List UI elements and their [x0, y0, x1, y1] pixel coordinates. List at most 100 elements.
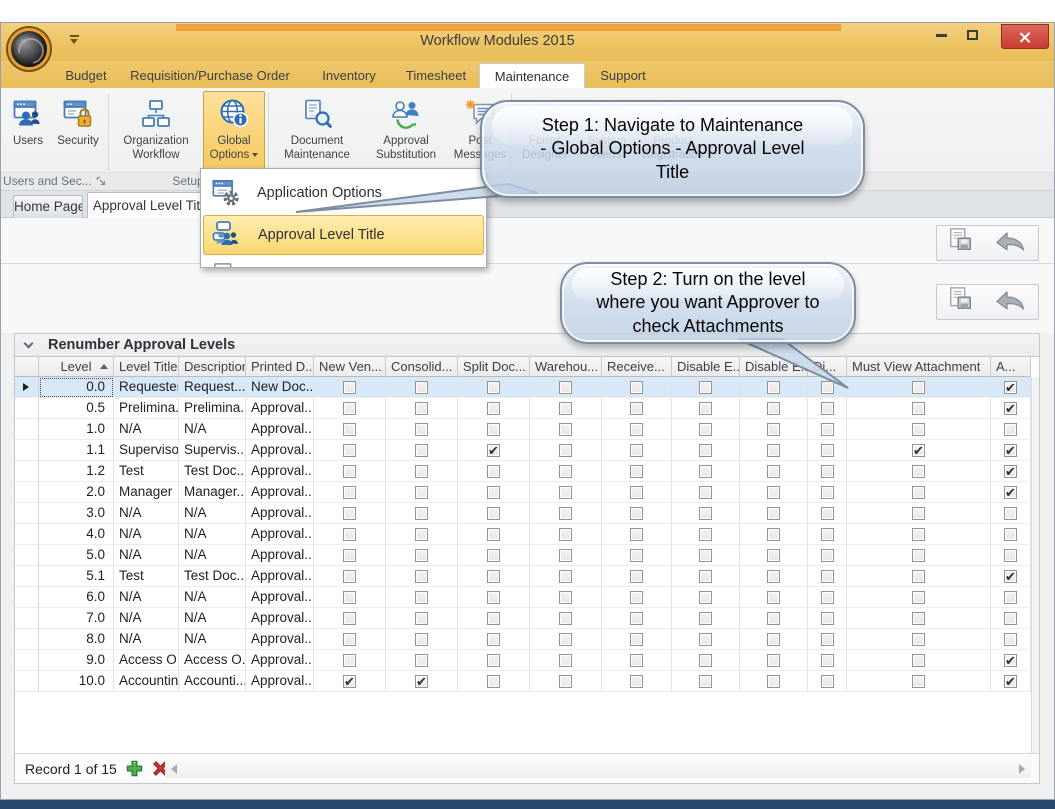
- cell-title[interactable]: N/A: [114, 419, 179, 440]
- checkbox-split-doc[interactable]: [487, 402, 500, 415]
- checkbox-warehou[interactable]: [559, 528, 572, 541]
- cell-level[interactable]: 8.0: [39, 629, 114, 650]
- cell-level[interactable]: 10.0: [39, 671, 114, 692]
- cell-printed[interactable]: Approval...: [246, 629, 314, 650]
- checkbox-receive[interactable]: [630, 381, 643, 394]
- cell-level[interactable]: 0.0: [39, 377, 114, 398]
- cell-printed[interactable]: Approval...: [246, 398, 314, 419]
- checkbox-warehou[interactable]: [559, 402, 572, 415]
- checkbox-disable-e[interactable]: [699, 675, 712, 688]
- cell-printed[interactable]: Approval...: [246, 524, 314, 545]
- cell-description[interactable]: N/A: [179, 629, 246, 650]
- horizontal-scrollbar[interactable]: [165, 760, 1031, 778]
- checkbox-di[interactable]: [821, 654, 834, 667]
- cell-title[interactable]: N/A: [114, 587, 179, 608]
- cell-level[interactable]: 7.0: [39, 608, 114, 629]
- cell-printed[interactable]: Approval...: [246, 503, 314, 524]
- checkbox-a[interactable]: [1004, 465, 1017, 478]
- cell-title[interactable]: N/A: [114, 503, 179, 524]
- checkbox-new-ven[interactable]: [343, 381, 356, 394]
- checkbox-receive[interactable]: [630, 444, 643, 457]
- checkbox-a[interactable]: [1004, 612, 1017, 625]
- table-row[interactable]: 0.0RequesterRequest...New Doc...: [15, 377, 1031, 398]
- checkbox-consolid[interactable]: [415, 507, 428, 520]
- checkbox-di[interactable]: [821, 423, 834, 436]
- cell-description[interactable]: Test Doc...: [179, 461, 246, 482]
- ribbon-tab-maintenance[interactable]: Maintenance: [479, 63, 585, 88]
- checkbox-consolid[interactable]: [415, 528, 428, 541]
- checkbox-warehou[interactable]: [559, 507, 572, 520]
- checkbox-disable-e[interactable]: [767, 591, 780, 604]
- cell-printed[interactable]: Approval...: [246, 587, 314, 608]
- cell-title[interactable]: Manager: [114, 482, 179, 503]
- checkbox-disable-e[interactable]: [699, 612, 712, 625]
- checkbox-consolid[interactable]: [415, 570, 428, 583]
- checkbox-new-ven[interactable]: [343, 654, 356, 667]
- checkbox-a[interactable]: [1004, 402, 1017, 415]
- checkbox-di[interactable]: [821, 465, 834, 478]
- column-header-receive[interactable]: Receive...: [602, 357, 672, 377]
- table-row[interactable]: 0.5Prelimina...Prelimina...Approval...: [15, 398, 1031, 419]
- checkbox-must-view-attachment[interactable]: [912, 528, 925, 541]
- checkbox-disable-e[interactable]: [699, 444, 712, 457]
- cell-description[interactable]: Request...: [179, 377, 246, 398]
- table-row[interactable]: 1.2TestTest Doc...Approval...: [15, 461, 1031, 482]
- cell-title[interactable]: Prelimina...: [114, 398, 179, 419]
- checkbox-consolid[interactable]: [415, 486, 428, 499]
- checkbox-receive[interactable]: [630, 486, 643, 499]
- checkbox-receive[interactable]: [630, 402, 643, 415]
- checkbox-new-ven[interactable]: [343, 402, 356, 415]
- checkbox-a[interactable]: [1004, 444, 1017, 457]
- checkbox-a[interactable]: [1004, 486, 1017, 499]
- checkbox-disable-e[interactable]: [767, 465, 780, 478]
- checkbox-disable-e[interactable]: [767, 444, 780, 457]
- cell-description[interactable]: Manager...: [179, 482, 246, 503]
- cell-level[interactable]: 1.0: [39, 419, 114, 440]
- checkbox-disable-e[interactable]: [767, 654, 780, 667]
- checkbox-new-ven[interactable]: [343, 423, 356, 436]
- checkbox-disable-e[interactable]: [767, 507, 780, 520]
- ribbon-button-organization-workflow[interactable]: OrganizationWorkflow: [111, 91, 201, 171]
- checkbox-receive[interactable]: [630, 507, 643, 520]
- checkbox-disable-e[interactable]: [767, 675, 780, 688]
- cell-description[interactable]: N/A: [179, 608, 246, 629]
- checkbox-must-view-attachment[interactable]: [912, 381, 925, 394]
- checkbox-must-view-attachment[interactable]: [912, 465, 925, 478]
- ribbon-button-approval-substitution[interactable]: ApprovalSubstitution: [365, 91, 447, 171]
- checkbox-new-ven[interactable]: [343, 465, 356, 478]
- cell-printed[interactable]: Approval...: [246, 566, 314, 587]
- checkbox-disable-e[interactable]: [699, 570, 712, 583]
- checkbox-receive[interactable]: [630, 633, 643, 646]
- cell-level[interactable]: 6.0: [39, 587, 114, 608]
- checkbox-split-doc[interactable]: [487, 675, 500, 688]
- cell-printed[interactable]: Approval...: [246, 671, 314, 692]
- checkbox-di[interactable]: [821, 528, 834, 541]
- checkbox-new-ven[interactable]: [343, 591, 356, 604]
- checkbox-consolid[interactable]: [415, 423, 428, 436]
- table-row[interactable]: 5.0N/AN/AApproval...: [15, 545, 1031, 566]
- checkbox-warehou[interactable]: [559, 381, 572, 394]
- quick-access-dropdown-icon[interactable]: [69, 35, 81, 45]
- checkbox-consolid[interactable]: [415, 591, 428, 604]
- checkbox-disable-e[interactable]: [767, 423, 780, 436]
- column-header-new-ven[interactable]: New Ven...: [314, 357, 386, 377]
- cell-description[interactable]: Test Doc...: [179, 566, 246, 587]
- checkbox-di[interactable]: [821, 675, 834, 688]
- checkbox-warehou[interactable]: [559, 465, 572, 478]
- doc-tab-approval-level-titl[interactable]: Approval Level Titl: [87, 192, 209, 219]
- cell-title[interactable]: Test: [114, 461, 179, 482]
- checkbox-must-view-attachment[interactable]: [912, 591, 925, 604]
- ribbon-button-security[interactable]: Security: [51, 91, 105, 171]
- checkbox-receive[interactable]: [630, 675, 643, 688]
- checkbox-a[interactable]: [1004, 591, 1017, 604]
- checkbox-warehou[interactable]: [559, 423, 572, 436]
- checkbox-consolid[interactable]: [415, 675, 428, 688]
- checkbox-consolid[interactable]: [415, 654, 428, 667]
- checkbox-disable-e[interactable]: [699, 549, 712, 562]
- scroll-left-icon[interactable]: [171, 764, 177, 774]
- checkbox-receive[interactable]: [630, 570, 643, 583]
- checkbox-warehou[interactable]: [559, 486, 572, 499]
- table-row[interactable]: 9.0Access O...Access O...Approval...: [15, 650, 1031, 671]
- checkbox-a[interactable]: [1004, 633, 1017, 646]
- checkbox-disable-e[interactable]: [699, 528, 712, 541]
